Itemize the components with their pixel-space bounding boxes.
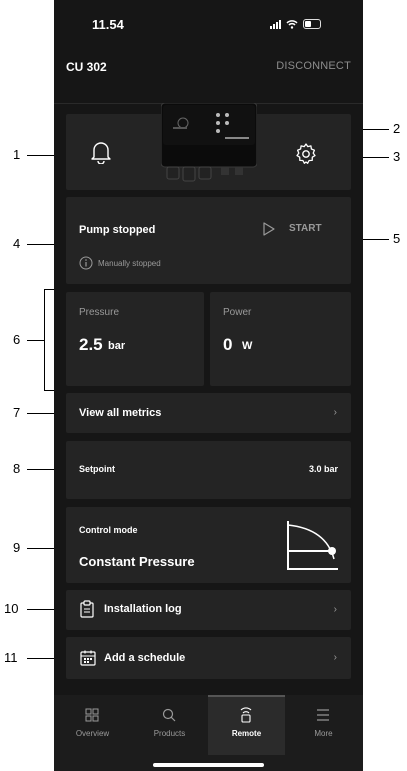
callout-1: 1 <box>13 147 21 162</box>
disconnect-button[interactable]: DISCONNECT <box>276 60 351 72</box>
chevron-right-icon: › <box>333 604 337 615</box>
start-button[interactable]: START <box>263 219 343 239</box>
callout-8: 8 <box>13 461 21 476</box>
device-title: CU 302 <box>66 60 107 74</box>
view-all-metrics-label: View all metrics <box>79 407 162 419</box>
constant-pressure-curve-icon <box>287 521 338 570</box>
installation-log-row[interactable]: Installation log › <box>66 590 351 630</box>
play-icon <box>263 222 275 236</box>
installation-log-label: Installation log <box>104 603 182 615</box>
chevron-right-icon: › <box>333 652 337 663</box>
remote-icon <box>240 707 252 723</box>
callout-6-line <box>27 340 44 341</box>
callout-7: 7 <box>13 405 21 420</box>
callout-11: 11 <box>4 650 18 665</box>
callout-3: 3 <box>393 149 401 164</box>
power-label: Power <box>223 307 252 318</box>
nav-remote-label: Remote <box>231 729 262 738</box>
home-indicator <box>153 763 264 767</box>
nav-products[interactable]: Products <box>131 695 208 755</box>
wifi-icon <box>286 20 298 29</box>
pressure-card[interactable]: Pressure 2.5 bar <box>66 292 204 386</box>
gear-icon <box>296 143 316 164</box>
pressure-label: Pressure <box>79 307 120 318</box>
alarm-button[interactable] <box>90 140 118 168</box>
pump-status-card: Pump stopped Manually stopped START <box>66 197 351 284</box>
pressure-value: 2.5 <box>79 335 103 354</box>
add-schedule-label: Add a schedule <box>104 652 186 664</box>
start-label: START <box>289 223 322 234</box>
app-header: CU 302 DISCONNECT <box>66 60 351 80</box>
controller-device-image <box>161 103 257 182</box>
status-icons <box>270 19 321 29</box>
battery-icon <box>303 19 321 29</box>
nav-overview-label: Overview <box>75 729 110 738</box>
bottom-nav: Overview Products Remote More <box>54 695 363 771</box>
clipboard-icon <box>80 600 94 618</box>
callout-4: 4 <box>13 236 21 251</box>
callout-2: 2 <box>393 121 401 136</box>
status-bar: 11.54 <box>54 0 363 40</box>
callout-10: 10 <box>4 601 19 616</box>
power-card[interactable]: Power 0 W <box>210 292 351 386</box>
control-mode-value: Constant Pressure <box>79 554 195 569</box>
callout-9: 9 <box>13 540 21 555</box>
status-time: 11.54 <box>92 17 124 32</box>
grid-icon <box>85 708 99 722</box>
pump-status-title: Pump stopped <box>79 224 156 236</box>
view-all-metrics-row[interactable]: View all metrics › <box>66 393 351 433</box>
settings-button[interactable] <box>294 142 322 170</box>
nav-active-indicator <box>208 695 285 697</box>
menu-icon <box>317 709 329 721</box>
nav-products-label: Products <box>153 729 186 738</box>
signal-icon <box>270 19 281 29</box>
phone-screen: 11.54 CU 302 DISCONNECT Pump stopped Man… <box>54 0 363 771</box>
control-mode-card[interactable]: Control mode Constant Pressure <box>66 507 351 583</box>
info-icon <box>79 256 93 270</box>
add-schedule-row[interactable]: Add a schedule › <box>66 637 351 679</box>
nav-remote[interactable]: Remote <box>208 695 285 755</box>
search-icon <box>162 708 176 722</box>
nav-overview[interactable]: Overview <box>54 695 131 755</box>
nav-more-label: More <box>314 729 333 738</box>
calendar-icon <box>80 650 96 666</box>
bell-icon <box>91 142 111 164</box>
callout-6: 6 <box>13 332 21 347</box>
setpoint-label: Setpoint <box>79 464 115 474</box>
power-unit: W <box>242 340 253 352</box>
callout-5: 5 <box>393 231 401 246</box>
pressure-unit: bar <box>108 340 126 352</box>
setpoint-value: 3.0 bar <box>308 464 338 474</box>
nav-more[interactable]: More <box>285 695 362 755</box>
pump-status-subtitle: Manually stopped <box>98 259 161 268</box>
power-value: 0 <box>223 335 233 354</box>
chevron-right-icon: › <box>333 407 337 418</box>
setpoint-row[interactable]: Setpoint 3.0 bar <box>66 441 351 499</box>
control-mode-label: Control mode <box>79 525 138 535</box>
